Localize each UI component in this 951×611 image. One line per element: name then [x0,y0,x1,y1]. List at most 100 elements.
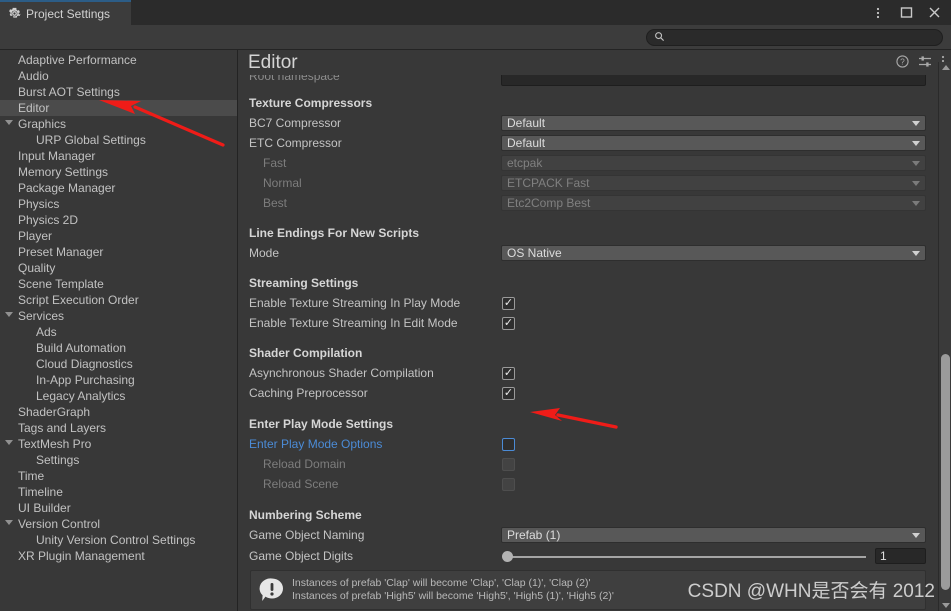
panel-header: Editor ? [239,50,951,75]
scroll-down-arrow-icon[interactable] [942,603,950,608]
section-title: Streaming Settings [249,276,359,290]
sidebar-item-package-manager[interactable]: Package Manager [0,180,237,196]
sidebar-item-build-automation[interactable]: Build Automation [0,340,237,356]
section-title: Enter Play Mode Settings [249,417,394,431]
search-input[interactable] [669,31,924,44]
tab-project-settings[interactable]: Project Settings [0,0,131,25]
chevron-down-icon [912,180,920,186]
line-endings-mode-value: OS Native [507,246,562,260]
sidebar-item-label: Scene Template [18,277,104,291]
sidebar-item-input-manager[interactable]: Input Manager [0,148,237,164]
streaming-edit-mode-checkbox[interactable]: ✓ [502,316,515,330]
settings-content: Root namespace Texture Compressors BC7 C… [239,75,937,611]
sidebar-item-textmesh-pro[interactable]: TextMesh Pro [0,436,237,452]
chevron-down-icon [912,140,920,146]
sidebar-item-settings[interactable]: Settings [0,452,237,468]
main-vertical-scrollbar[interactable] [938,62,951,611]
sidebar-item-unity-version-control-settings[interactable]: Unity Version Control Settings [0,532,237,548]
sidebar-item-services[interactable]: Services [0,308,237,324]
sidebar-item-legacy-analytics[interactable]: Legacy Analytics [0,388,237,404]
sidebar-item-label: Burst AOT Settings [18,85,120,99]
settings-category-list[interactable]: Adaptive Performance Audio Burst AOT Setti… [0,50,238,611]
root-namespace-field[interactable] [501,75,926,86]
watermark-text: CSDN @WHN是否会有 2012 [687,581,935,602]
section-title: Numbering Scheme [249,508,362,522]
row-game-object-naming: Game Object Naming Prefab (1) [239,525,937,545]
section-shader-compilation: Shader Compilation [239,341,937,363]
section-enter-play-mode: Enter Play Mode Settings [239,412,937,434]
sidebar-item-label: Settings [36,453,80,467]
help-icon[interactable]: ? [896,54,909,68]
line-endings-mode-dropdown[interactable]: OS Native [501,245,926,261]
sidebar-item-urp-global-settings[interactable]: URP Global Settings [0,132,237,148]
sidebar-item-cloud-diagnostics[interactable]: Cloud Diagnostics [0,356,237,372]
sidebar-item-xr-plugin-management[interactable]: XR Plugin Management [0,548,237,564]
search-icon [654,31,665,45]
async-shader-compilation-checkbox[interactable]: ✓ [502,366,515,380]
sidebar-item-player[interactable]: Player [0,228,237,244]
sidebar-item-shadergraph[interactable]: ShaderGraph [0,404,237,420]
chevron-down-icon[interactable] [5,120,13,125]
sidebar-item-tags-and-layers[interactable]: Tags and Layers [0,420,237,436]
line-endings-mode-label: Mode [249,246,280,260]
window-menu-icon[interactable] [865,2,891,24]
scroll-up-arrow-icon[interactable] [942,65,950,70]
sidebar-item-label: Preset Manager [18,245,104,259]
sidebar-item-scene-template[interactable]: Scene Template [0,276,237,292]
bc7-compressor-label: BC7 Compressor [249,116,342,130]
chevron-down-icon[interactable] [5,520,13,525]
enter-play-mode-options-label[interactable]: Enter Play Mode Options [249,434,382,454]
enter-play-mode-options-checkbox[interactable] [502,437,515,451]
chevron-down-icon[interactable] [5,440,13,445]
reload-scene-label: Reload Scene [263,477,339,491]
sidebar-item-in-app-purchasing[interactable]: In-App Purchasing [0,372,237,388]
etc-best-dropdown: Etc2Comp Best [501,195,926,211]
sidebar-item-preset-manager[interactable]: Preset Manager [0,244,237,260]
sidebar-item-memory-settings[interactable]: Memory Settings [0,164,237,180]
sidebar-item-timeline[interactable]: Timeline [0,484,237,500]
sidebar-item-adaptive-performance[interactable]: Adaptive Performance [0,52,237,68]
sidebar-item-burst-aot-settings[interactable]: Burst AOT Settings [0,84,237,100]
streaming-play-mode-label: Enable Texture Streaming In Play Mode [249,296,461,310]
sidebar-item-ads[interactable]: Ads [0,324,237,340]
sidebar-item-physics[interactable]: Physics [0,196,237,212]
scrollbar-thumb[interactable] [941,354,950,590]
preset-icon[interactable] [918,55,932,68]
sidebar-item-label: Build Automation [36,341,127,355]
numbering-info-line-1: Instances of prefab 'Clap' will become '… [292,577,591,589]
sidebar-item-ui-builder[interactable]: UI Builder [0,500,237,516]
sidebar-item-graphics[interactable]: Graphics [0,116,237,132]
caching-preprocessor-checkbox[interactable]: ✓ [502,386,515,400]
row-etc-best: Best Etc2Comp Best [239,193,937,213]
check-icon: ✓ [503,386,514,399]
gear-icon [8,7,21,20]
sidebar-item-time[interactable]: Time [0,468,237,484]
etc-compressor-dropdown[interactable]: Default [501,135,926,151]
reload-scene-checkbox [502,477,515,491]
game-object-naming-dropdown[interactable]: Prefab (1) [501,527,926,543]
game-object-digits-slider[interactable] [497,548,870,564]
maximize-icon[interactable] [893,2,919,24]
row-etc-fast: Fast etcpak [239,153,937,173]
check-icon: ✓ [503,366,514,379]
game-object-digits-value-field[interactable]: 1 [875,548,926,564]
sidebar-item-label: TextMesh Pro [18,437,92,451]
sidebar-item-label: Time [18,469,45,483]
sidebar-item-audio[interactable]: Audio [0,68,237,84]
close-icon[interactable] [921,2,947,24]
streaming-play-mode-checkbox[interactable]: ✓ [502,296,515,310]
chevron-down-icon[interactable] [5,312,13,317]
sidebar-item-physics-2d[interactable]: Physics 2D [0,212,237,228]
etc-fast-value: etcpak [507,156,543,170]
chevron-down-icon [912,200,920,206]
sidebar-item-quality[interactable]: Quality [0,260,237,276]
sidebar-item-script-execution-order[interactable]: Script Execution Order [0,292,237,308]
game-object-naming-value: Prefab (1) [507,528,561,542]
bc7-compressor-dropdown[interactable]: Default [501,115,926,131]
row-reload-domain: Reload Domain [239,454,937,474]
sidebar-item-version-control[interactable]: Version Control [0,516,237,532]
slider-handle[interactable] [502,551,513,562]
etc-fast-dropdown: etcpak [501,155,926,171]
sidebar-item-editor[interactable]: Editor [0,100,237,116]
search-field-container[interactable] [646,29,943,46]
